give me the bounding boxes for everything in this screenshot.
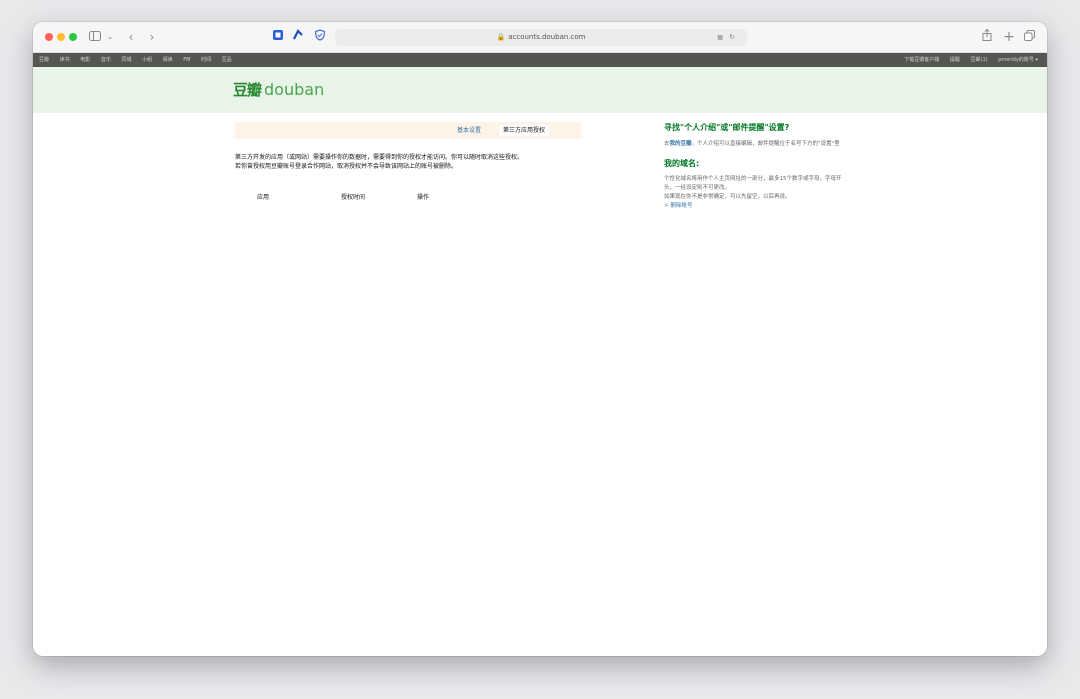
global-nav-account: 下载豆瓣客户端 提醒 豆邮(1) pmeridy的账号 ▾: [895, 53, 1038, 67]
reload-icon[interactable]: ↻: [729, 33, 735, 41]
new-tab-icon[interactable]: +: [1003, 28, 1015, 46]
address-bar[interactable]: 🔒 accounts.douban.com ▦ ↻: [335, 29, 747, 46]
nav-link-market[interactable]: 豆品: [222, 57, 232, 63]
extension-icon[interactable]: [271, 28, 285, 46]
nav-link-location[interactable]: 同城: [121, 57, 131, 63]
nav-link-douban[interactable]: 豆瓣: [39, 57, 49, 63]
chevron-down-icon[interactable]: ⌄: [105, 28, 115, 46]
zoom-window-button[interactable]: [69, 33, 77, 41]
settings-sidebar: 寻找"个人介绍"或"邮件提醒"设置? 去我的豆瓣。个人介绍可以直接编辑，邮件提醒…: [664, 122, 844, 211]
global-nav-links: 豆瓣 读书 电影 音乐 同城 小组 阅读 FM 时间 豆品: [39, 53, 241, 67]
site-header: 豆瓣 douban: [33, 67, 1047, 113]
logo-cn-text: 豆瓣: [233, 81, 262, 99]
notifications-link[interactable]: 提醒: [950, 57, 960, 63]
browser-toolbar: ⌄ ‹ › 🔒 accounts.douban.com ▦ ↻ +: [33, 22, 1047, 53]
nav-link-book[interactable]: 读书: [60, 57, 70, 63]
browser-window: ⌄ ‹ › 🔒 accounts.douban.com ▦ ↻ + 豆瓣 读书 …: [33, 22, 1047, 656]
intro-paragraph-2: 若你曾授权用豆瓣账号登录合作网站，取消授权并不会导致该网站上的账号被删除。: [235, 163, 458, 170]
nav-link-group[interactable]: 小组: [142, 57, 152, 63]
shield-icon[interactable]: [313, 28, 327, 46]
translate-icon[interactable]: ▦: [717, 34, 723, 41]
download-client-link[interactable]: 下载豆瓣客户端: [904, 57, 939, 63]
nav-link-time[interactable]: 时间: [201, 57, 211, 63]
share-icon[interactable]: [981, 28, 993, 46]
close-window-button[interactable]: [45, 33, 53, 41]
nav-link-movie[interactable]: 电影: [80, 57, 90, 63]
douban-logo[interactable]: 豆瓣 douban: [233, 79, 324, 101]
tab-basic-settings[interactable]: 基本设置: [453, 125, 485, 136]
find-settings-text: 去我的豆瓣。个人介绍可以直接编辑，邮件提醒位于名号下方的"设置"里: [664, 141, 840, 147]
delete-account-row: > 删除账号: [664, 203, 693, 209]
nav-link-music[interactable]: 音乐: [101, 57, 111, 63]
account-menu[interactable]: pmeridy的账号 ▾: [998, 57, 1038, 63]
intro-paragraph-1: 第三方开发的应用（或网站）需要操作你的数据时，需要得到你的授权才能访问。你可以随…: [235, 154, 524, 161]
minimize-window-button[interactable]: [57, 33, 65, 41]
nav-link-read[interactable]: 阅读: [163, 57, 173, 63]
mail-link[interactable]: 豆邮(1): [971, 57, 988, 63]
my-douban-link[interactable]: 我的豆瓣: [670, 141, 692, 147]
auth-intro: 第三方开发的应用（或网站）需要操作你的数据时，需要得到你的授权才能访问。你可以随…: [235, 153, 587, 171]
sidebar-icon[interactable]: [87, 28, 103, 46]
logo-en-text: douban: [264, 80, 325, 99]
column-header-app: 应用: [257, 194, 270, 201]
reader-icon[interactable]: [291, 28, 305, 46]
tab-third-party-auth[interactable]: 第三方应用授权: [499, 125, 550, 136]
domain-hint: 如果现在你不是非常确定，可以先留空，以后再说。: [664, 194, 791, 200]
domain-description: 个性化域名将用作个人主页网址的一部分，最多15个数字或字母，字母开头，一经设定则…: [664, 176, 842, 191]
douban-global-nav: 豆瓣 读书 电影 音乐 同城 小组 阅读 FM 时间 豆品 下载豆瓣客户端 提醒…: [33, 53, 1047, 67]
column-header-actions: 操作: [417, 194, 430, 201]
nav-link-fm[interactable]: FM: [183, 57, 190, 63]
forward-icon[interactable]: ›: [146, 28, 158, 46]
lock-icon: 🔒: [496, 33, 506, 41]
url-text: accounts.douban.com: [508, 33, 586, 41]
find-settings-title: 寻找"个人介绍"或"邮件提醒"设置?: [664, 123, 790, 132]
column-header-auth-time: 授权时间: [341, 194, 366, 201]
tabs-overview-icon[interactable]: [1023, 28, 1035, 46]
back-icon[interactable]: ‹: [125, 28, 137, 46]
delete-account-link[interactable]: 删除账号: [670, 203, 692, 209]
my-domain-title: 我的域名:: [664, 159, 700, 168]
settings-tabs: 基本设置 第三方应用授权: [235, 122, 581, 139]
